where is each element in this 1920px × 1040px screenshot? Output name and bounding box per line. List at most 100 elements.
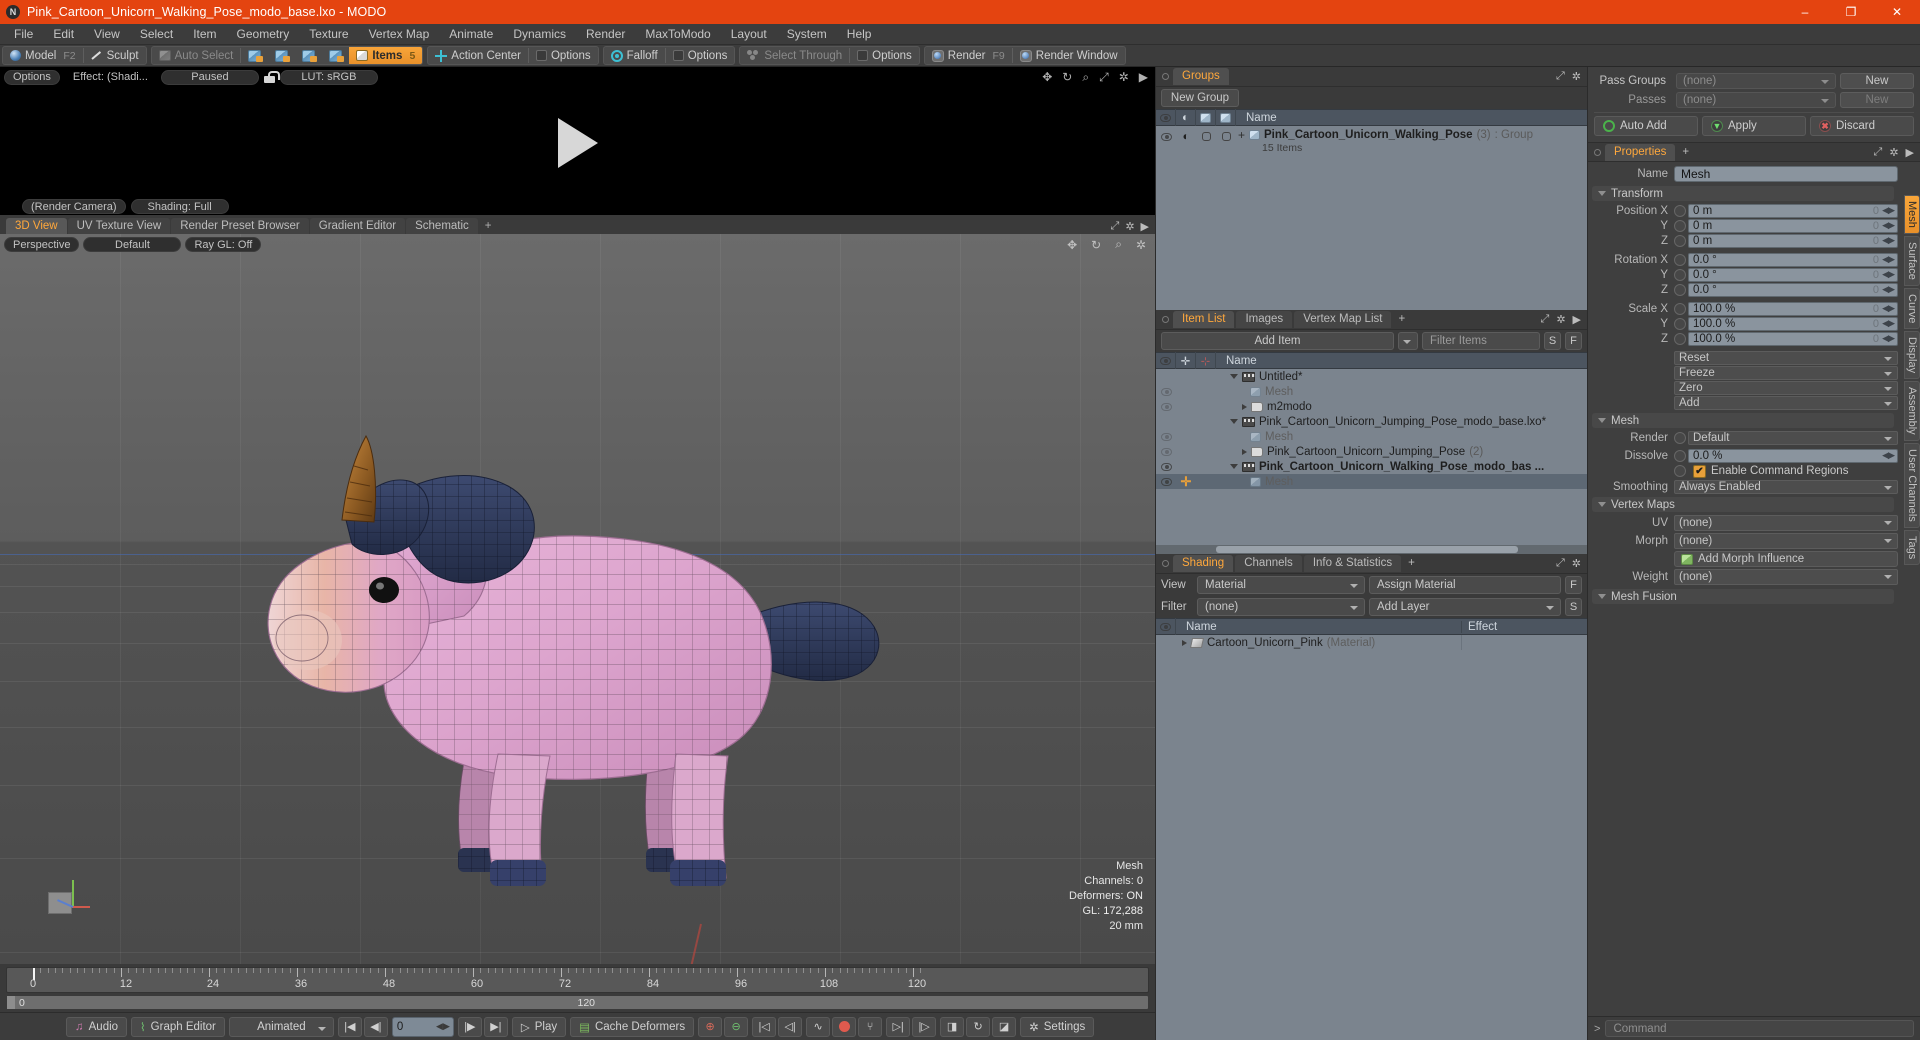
spinner-icon[interactable]: ◀▶ bbox=[1882, 318, 1895, 329]
prev-key-icon[interactable]: |◁ bbox=[752, 1016, 777, 1037]
add-morph-influence-button[interactable]: Add Morph Influence bbox=[1674, 551, 1898, 567]
spinner-icon[interactable]: ◀▶ bbox=[1882, 235, 1895, 246]
side-tab-surface[interactable]: Surface bbox=[1904, 235, 1920, 286]
expand-toggle-icon[interactable] bbox=[1182, 639, 1187, 646]
render-select[interactable]: Default bbox=[1688, 430, 1898, 445]
list-item[interactable]: Mesh bbox=[1156, 384, 1587, 399]
groups-list-body[interactable]: ◐ + Pink_Cartoon_Unicorn_Walking_Pose (3… bbox=[1156, 126, 1587, 310]
channel-dot-icon[interactable] bbox=[1674, 332, 1686, 345]
render-column-icon[interactable]: ◐ bbox=[1176, 109, 1196, 126]
expand-toggle-icon[interactable] bbox=[1242, 448, 1247, 455]
value-field[interactable]: 100.0 % 0 ◀▶ bbox=[1688, 331, 1898, 346]
assign-material-button[interactable]: Assign Material bbox=[1369, 576, 1561, 594]
assign-material-f-button[interactable]: F bbox=[1565, 576, 1582, 594]
row-eye-toggle[interactable] bbox=[1156, 459, 1176, 474]
panel-drag-handle[interactable] bbox=[1162, 73, 1169, 80]
tab-3d-view[interactable]: 3D View bbox=[6, 218, 67, 234]
shading-mode-button[interactable]: Shading: Full bbox=[130, 199, 229, 214]
animation-mode-select[interactable]: Animated bbox=[228, 1016, 334, 1037]
model-mode-button[interactable]: Model F2 bbox=[3, 47, 83, 64]
spinner-icon[interactable]: ◀▶ bbox=[1882, 205, 1895, 216]
sculpt-mode-button[interactable]: Sculpt bbox=[84, 47, 146, 64]
menu-render[interactable]: Render bbox=[576, 24, 635, 45]
menu-maxtomodo[interactable]: MaxToModo bbox=[635, 24, 720, 45]
freeze-menu[interactable]: Freeze bbox=[1674, 365, 1898, 380]
filter-s-button[interactable]: S bbox=[1544, 332, 1561, 350]
menu-view[interactable]: View bbox=[84, 24, 130, 45]
maximize-icon[interactable]: ⤢ bbox=[1874, 146, 1883, 159]
side-tab-assembly[interactable]: Assembly bbox=[1904, 381, 1920, 441]
select-through-button[interactable]: Select Through bbox=[740, 47, 849, 64]
close-button[interactable]: ✕ bbox=[1874, 0, 1920, 24]
spinner-icon[interactable]: ◀▶ bbox=[1882, 269, 1895, 280]
minimize-button[interactable]: – bbox=[1782, 0, 1828, 24]
items-select-button[interactable]: Items 5 bbox=[349, 47, 423, 64]
add-menu[interactable]: Add bbox=[1674, 395, 1898, 410]
maximize-icon[interactable]: ⤢ bbox=[1556, 70, 1565, 83]
spinner-icon[interactable]: ◀▶ bbox=[1882, 450, 1895, 461]
filter-items-input[interactable]: Filter Items bbox=[1422, 332, 1540, 350]
key-filter-icon[interactable]: ⑂ bbox=[858, 1016, 883, 1037]
maximize-icon[interactable]: ⤢ bbox=[1541, 313, 1550, 326]
mesh-fusion-section-header[interactable]: Mesh Fusion bbox=[1592, 589, 1894, 604]
command-input[interactable]: Command bbox=[1605, 1020, 1914, 1037]
current-frame-field[interactable]: 0 ◀▶ bbox=[391, 1016, 454, 1037]
row-eye-toggle[interactable] bbox=[1156, 444, 1176, 459]
cache-deformers-button[interactable]: ▤ Cache Deformers bbox=[570, 1016, 695, 1037]
edge-select-button[interactable] bbox=[268, 47, 295, 64]
value-field[interactable]: 0.0 ° 0 ◀▶ bbox=[1688, 252, 1898, 267]
spinner-icon[interactable]: ◀▶ bbox=[1882, 220, 1895, 231]
gear-icon[interactable]: ✲ bbox=[1116, 70, 1132, 84]
tab-item-list[interactable]: Item List bbox=[1173, 311, 1235, 328]
play-icon[interactable]: ▶ bbox=[1573, 313, 1581, 326]
channel-dot-icon[interactable] bbox=[1674, 268, 1686, 281]
list-item[interactable]: Untitled* bbox=[1156, 369, 1587, 384]
menu-item[interactable]: Item bbox=[183, 24, 226, 45]
value-field[interactable]: 0.0 ° 0 ◀▶ bbox=[1688, 267, 1898, 282]
channel-dot-icon[interactable] bbox=[1674, 219, 1686, 232]
viewport-perspective-button[interactable]: Perspective bbox=[4, 237, 80, 252]
menu-help[interactable]: Help bbox=[837, 24, 882, 45]
cycle-key-icon[interactable]: ↻ bbox=[966, 1016, 991, 1037]
list-item[interactable]: ✛ Mesh bbox=[1156, 474, 1587, 489]
weight-select[interactable]: (none) bbox=[1674, 569, 1898, 585]
transform-section-header[interactable]: Transform bbox=[1592, 186, 1894, 201]
key-down-icon[interactable]: ⊖ bbox=[724, 1016, 749, 1037]
row-eye-toggle[interactable] bbox=[1156, 384, 1176, 399]
menu-system[interactable]: System bbox=[777, 24, 837, 45]
unlock-icon[interactable] bbox=[263, 70, 280, 84]
preview-lut-button[interactable]: LUT: sRGB bbox=[279, 69, 378, 85]
play-triangle-icon[interactable] bbox=[557, 117, 598, 168]
add-item-dropdown[interactable] bbox=[1398, 332, 1418, 350]
pass-groups-select[interactable]: (none) bbox=[1676, 72, 1836, 89]
tab-images[interactable]: Images bbox=[1236, 311, 1293, 328]
maximize-icon[interactable]: ⤢ bbox=[1556, 557, 1565, 570]
passes-new-button[interactable]: New bbox=[1840, 91, 1914, 108]
item-list-body[interactable]: Untitled* Mesh m2modo Pink_Cartoon_Unico… bbox=[1156, 369, 1587, 554]
row-cube-toggle[interactable] bbox=[1196, 129, 1216, 144]
value-field[interactable]: 100.0 % 0 ◀▶ bbox=[1688, 301, 1898, 316]
expand-toggle-icon[interactable] bbox=[1242, 403, 1247, 410]
preview-render-area[interactable] bbox=[0, 87, 1155, 198]
tab-info-statistics[interactable]: Info & Statistics bbox=[1303, 555, 1402, 572]
zoom-icon[interactable]: ⌕ bbox=[1112, 237, 1125, 252]
passes-select[interactable]: (none) bbox=[1676, 91, 1836, 108]
autokey-icon[interactable]: ◨ bbox=[940, 1016, 965, 1037]
unicorn-3d-model[interactable] bbox=[250, 424, 970, 964]
uv-select[interactable]: (none) bbox=[1674, 515, 1898, 531]
lock-column-icon[interactable]: ✛ bbox=[1176, 352, 1196, 369]
eye-column-icon[interactable] bbox=[1156, 618, 1176, 635]
go-to-start-icon[interactable]: |◀ bbox=[337, 1016, 362, 1037]
menu-animate[interactable]: Animate bbox=[439, 24, 503, 45]
menu-file[interactable]: File bbox=[4, 24, 43, 45]
menu-geometry[interactable]: Geometry bbox=[227, 24, 300, 45]
eye-column-icon[interactable] bbox=[1156, 109, 1176, 126]
list-item[interactable]: Pink_Cartoon_Unicorn_Jumping_Pose (2) bbox=[1156, 444, 1587, 459]
vertex-select-button[interactable] bbox=[241, 47, 268, 64]
row-eye-toggle[interactable] bbox=[1156, 429, 1176, 444]
menu-vertex-map[interactable]: Vertex Map bbox=[359, 24, 440, 45]
play-icon[interactable]: ▶ bbox=[1136, 70, 1151, 84]
value-field[interactable]: 0.0 ° 0 ◀▶ bbox=[1688, 282, 1898, 297]
panel-drag-handle[interactable] bbox=[1162, 316, 1169, 323]
menu-select[interactable]: Select bbox=[130, 24, 183, 45]
